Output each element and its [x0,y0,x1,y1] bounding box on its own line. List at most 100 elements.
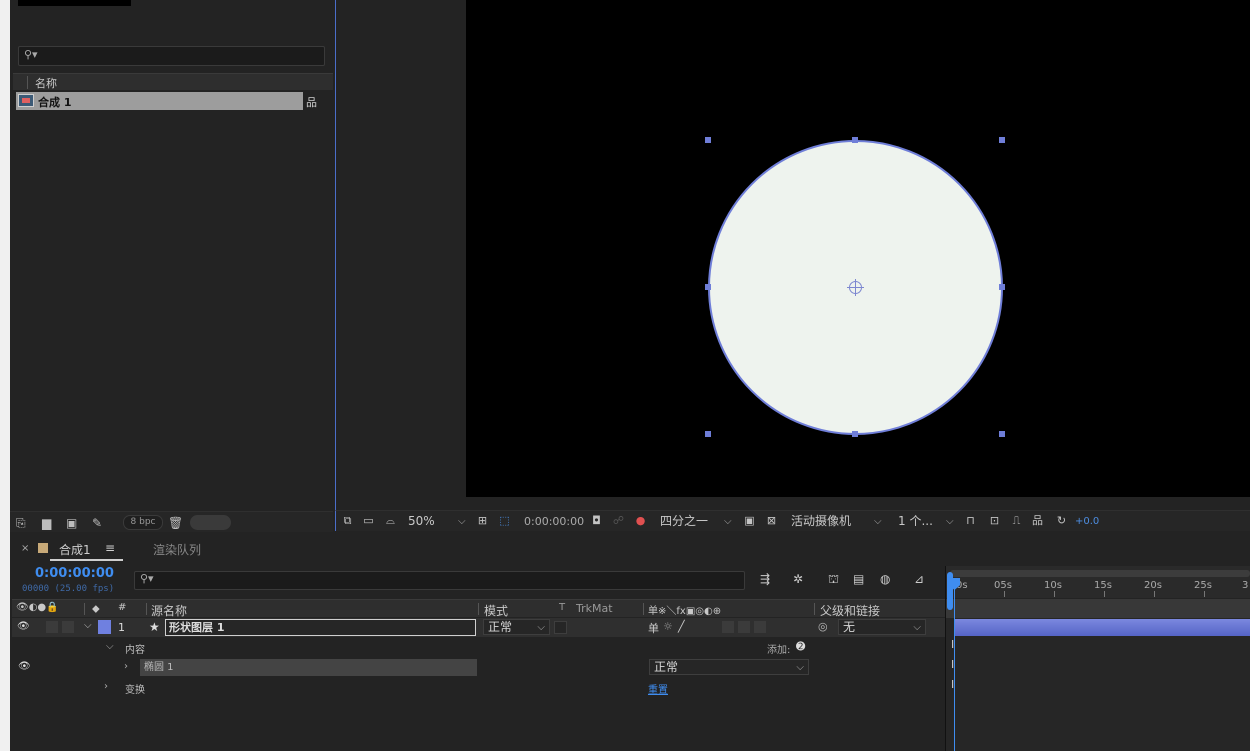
layer-duration-bar[interactable] [954,619,1250,636]
tab-render-queue[interactable]: 渲染队列 [153,541,201,558]
bbox-handle-top[interactable] [852,137,858,143]
eye-icon[interactable]: 👁 [17,621,30,632]
bbox-handle-right[interactable] [999,284,1005,290]
shy-layers-icon[interactable]: ⛫ [828,572,839,588]
collapse-switch-icon[interactable]: ☼ [663,620,673,633]
reset-link[interactable]: 重置 [648,681,668,696]
draft-3d-icon[interactable]: ✲ [793,572,803,586]
layer-label-color[interactable] [98,620,111,634]
ellipse-mode-select[interactable]: 正常 ⌵ [649,659,809,675]
viewer-timecode[interactable]: 0:00:00:00 [524,514,584,529]
new-comp-icon[interactable]: ▣ [66,516,77,530]
chevron-down-icon[interactable]: ⌵ [84,620,92,631]
bbox-handle-bottom-left[interactable] [705,431,711,437]
current-time-indicator[interactable] [954,580,955,751]
chevron-down-icon[interactable]: ⌵ [946,514,954,529]
chevron-down-icon[interactable]: ⌵ [874,514,882,529]
timeline-divider[interactable] [945,566,946,751]
reset-exposure-icon[interactable]: ↻ [1055,515,1068,527]
frame-blending-icon[interactable]: ▤ [853,572,864,586]
layer-mode-select[interactable]: 正常 ⌵ [483,619,550,635]
chevron-right-icon[interactable]: › [124,661,128,672]
bbox-handle-bottom-right[interactable] [999,431,1005,437]
flowchart-icon[interactable]: 品 [1031,515,1044,527]
timeline-search-input[interactable]: ⚲▾ [134,571,745,590]
solo-toggle[interactable] [46,621,58,633]
parent-select[interactable]: 无 ⌵ [838,619,926,635]
timeline-icon[interactable]: ⎍ [1010,515,1023,527]
label-icon[interactable]: ⬥ [92,602,100,616]
bbox-handle-left[interactable] [705,284,711,290]
transparency-toggle-icon[interactable]: ⊠ [765,515,778,527]
camera-select[interactable]: 活动摄像机 [791,514,851,529]
column-mode[interactable]: 模式 [484,602,508,619]
comp-mini-flowchart-icon[interactable]: ⇶ [760,572,770,586]
region-of-interest-icon[interactable]: ▣ [743,515,756,527]
ellipse-group-name[interactable]: 椭圆 1 [140,659,477,676]
exposure-value[interactable]: +0.0 [1075,514,1099,529]
chevron-down-icon[interactable]: ⌵ [106,641,114,652]
adjustment-switch[interactable] [738,621,750,633]
color-channel-icon[interactable]: ● [634,515,647,527]
chevron-down-icon[interactable]: ⌵ [724,514,732,529]
shy-switch-icon[interactable]: 单 [648,620,659,636]
bbox-handle-top-right[interactable] [999,137,1005,143]
monitor-icon[interactable]: ▭ [362,515,375,527]
project-item-comp[interactable]: 合成 1 [16,92,303,110]
bpc-button[interactable]: 8 bpc [123,515,163,530]
motion-blur-switch[interactable] [722,621,734,633]
chevron-down-icon[interactable]: ⌵ [458,514,466,529]
contents-row[interactable]: ⌵ 内容 添加: ➋ [12,638,945,657]
layer-row[interactable]: 👁 ⌵ 1 ★ 形状图层 1 正常 ⌵ 单 ☼ ╱ ◎ 无 ⌵ [12,618,945,637]
bbox-handle-top-left[interactable] [705,137,711,143]
quality-switch-icon[interactable]: ╱ [678,620,685,633]
always-preview-icon[interactable]: ⧉ [341,515,354,527]
project-column-header[interactable]: 名称 [13,73,333,90]
anchor-point-icon[interactable] [847,279,864,296]
motion-blur-icon[interactable]: ◍ [880,572,890,586]
snapshot-icon[interactable]: ◘ [590,515,603,527]
thumbnail-slider[interactable] [190,515,231,530]
lock-toggle[interactable] [62,621,74,633]
3d-layer-switch[interactable] [754,621,766,633]
close-icon[interactable]: × [21,543,29,554]
project-search-input[interactable]: ⚲▾ [18,46,325,66]
column-parent[interactable]: 父级和链接 [820,602,880,619]
transform-row[interactable]: › 变换 重置 [12,678,945,697]
timeline-timecode[interactable]: 0:00:00:00 [35,566,114,581]
timeline-track-area[interactable]: I I I [946,599,1250,751]
ellipse-group-row[interactable]: 👁 › 椭圆 1 正常 ⌵ [12,658,945,677]
column-number[interactable]: # [118,602,126,613]
flowchart-icon[interactable]: 品 [306,94,318,109]
tab-comp1[interactable]: 合成1 [59,541,91,558]
av-features-icons[interactable]: 👁◐●🔒 [16,602,59,613]
work-area-bar[interactable] [950,570,1250,577]
zoom-select[interactable]: 50% [408,514,435,529]
project-settings-icon[interactable]: ✎ [92,516,102,530]
add-menu-icon[interactable]: ➋ [796,640,805,653]
transparency-grid-icon[interactable]: ⬚ [498,515,511,527]
trash-icon[interactable]: 🗑 [168,516,183,530]
toggle-pixel-aspect-icon[interactable]: ⊓ [964,515,977,527]
pick-whip-icon[interactable]: ◎ [818,620,828,633]
column-source-name[interactable]: 源名称 [151,602,187,619]
new-folder-icon[interactable]: ▆ [42,516,51,530]
eye-icon[interactable]: 👁 [18,661,31,672]
column-t[interactable]: T [559,602,565,613]
panel-menu-icon[interactable]: ≡ [105,541,115,555]
interpret-footage-icon[interactable]: ⎘ [16,516,26,530]
work-area-start-handle[interactable] [947,572,953,610]
fast-preview-icon[interactable]: ⊡ [988,515,1001,527]
bbox-handle-bottom[interactable] [852,431,858,437]
layer-name-field[interactable]: 形状图层 1 [165,619,476,636]
grid-guides-icon[interactable]: ⊞ [476,515,489,527]
trkmat-select[interactable] [554,621,567,634]
resolution-select[interactable]: 四分之一 [660,514,708,529]
graph-editor-icon[interactable]: ⊿ [914,572,924,586]
column-trkmat[interactable]: TrkMat [576,602,613,615]
views-select[interactable]: 1 个... [898,514,933,529]
chevron-right-icon[interactable]: › [104,681,108,692]
column-switches[interactable]: 单※＼fx▣◎◐⊕ [648,602,721,617]
mask-visibility-icon[interactable]: ⌓ [384,515,397,527]
show-snapshot-icon[interactable]: ☍ [612,515,625,527]
